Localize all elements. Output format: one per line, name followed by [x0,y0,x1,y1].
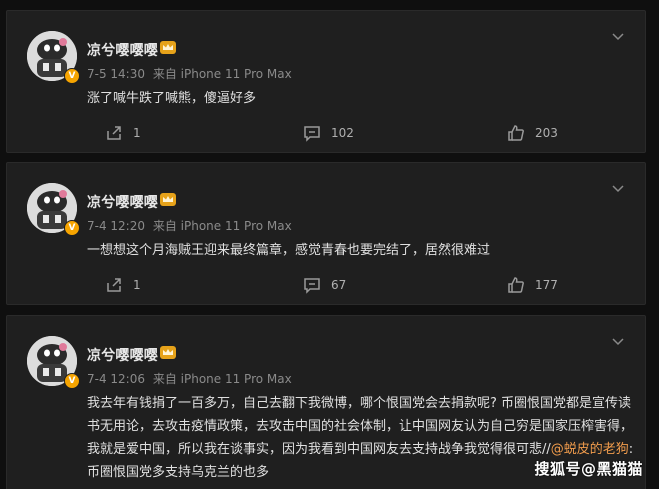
username[interactable]: 凉兮嘤嘤嘤 [87,345,158,365]
comment-count: 102 [331,126,354,140]
verified-badge-icon: V [64,68,80,84]
post-actions: 1 102 203 [7,123,647,143]
comment-icon [304,126,320,142]
like-count: 177 [535,278,558,292]
chevron-down-icon[interactable] [611,336,625,346]
share-button[interactable]: 1 [105,275,141,295]
crown-badge-icon [160,41,176,54]
crown-badge-icon [160,193,176,206]
thumbs-up-icon [508,125,524,141]
verified-badge-icon: V [64,220,80,236]
thumbs-up-icon [508,277,524,293]
share-icon [107,278,121,292]
like-button[interactable]: 203 [507,123,558,143]
like-button[interactable]: 177 [507,275,558,295]
post-source: 来自 iPhone 11 Pro Max [152,219,292,233]
share-count: 1 [133,126,141,140]
chevron-down-icon[interactable] [611,183,625,193]
post-date[interactable]: 7-4 12:20 [87,219,145,233]
share-button[interactable]: 1 [105,123,141,143]
username[interactable]: 凉兮嘤嘤嘤 [87,40,158,60]
comment-button[interactable]: 102 [303,123,354,143]
post-meta: 7-5 14:30 来自 iPhone 11 Pro Max [87,65,296,82]
crown-badge-icon [160,346,176,359]
post-actions: 1 67 177 [7,275,647,295]
post-card: V 凉兮嘤嘤嘤 7-4 12:20 来自 iPhone 11 Pro Max 一… [6,162,646,305]
post-text: 一想想这个月海贼王迎来最终篇章，感觉青春也要完结了，居然很难过 [87,243,491,258]
post-date[interactable]: 7-5 14:30 [87,67,145,81]
share-count: 1 [133,278,141,292]
weibo-feed: V 凉兮嘤嘤嘤 7-5 14:30 来自 iPhone 11 Pro Max 涨… [0,0,659,489]
comment-icon [304,278,320,294]
post-text: 涨了喊牛跌了喊熊，傻逼好多 [87,91,257,106]
like-count: 203 [535,126,558,140]
comment-button[interactable]: 67 [303,275,346,295]
post-card: V 凉兮嘤嘤嘤 7-5 14:30 来自 iPhone 11 Pro Max 涨… [6,10,646,153]
post-source: 来自 iPhone 11 Pro Max [152,372,292,386]
post-source: 来自 iPhone 11 Pro Max [152,67,292,81]
post-meta: 7-4 12:06 来自 iPhone 11 Pro Max [87,370,296,387]
post-meta: 7-4 12:20 来自 iPhone 11 Pro Max [87,217,296,234]
username[interactable]: 凉兮嘤嘤嘤 [87,192,158,212]
verified-badge-icon: V [64,373,80,389]
post-date[interactable]: 7-4 12:06 [87,372,145,386]
mention-link[interactable]: @蜕皮的老狗 [551,442,629,457]
share-icon [107,126,121,140]
chevron-down-icon[interactable] [611,31,625,41]
comment-count: 67 [331,278,347,292]
watermark: 搜狐号@黑猫猫 [534,460,643,478]
